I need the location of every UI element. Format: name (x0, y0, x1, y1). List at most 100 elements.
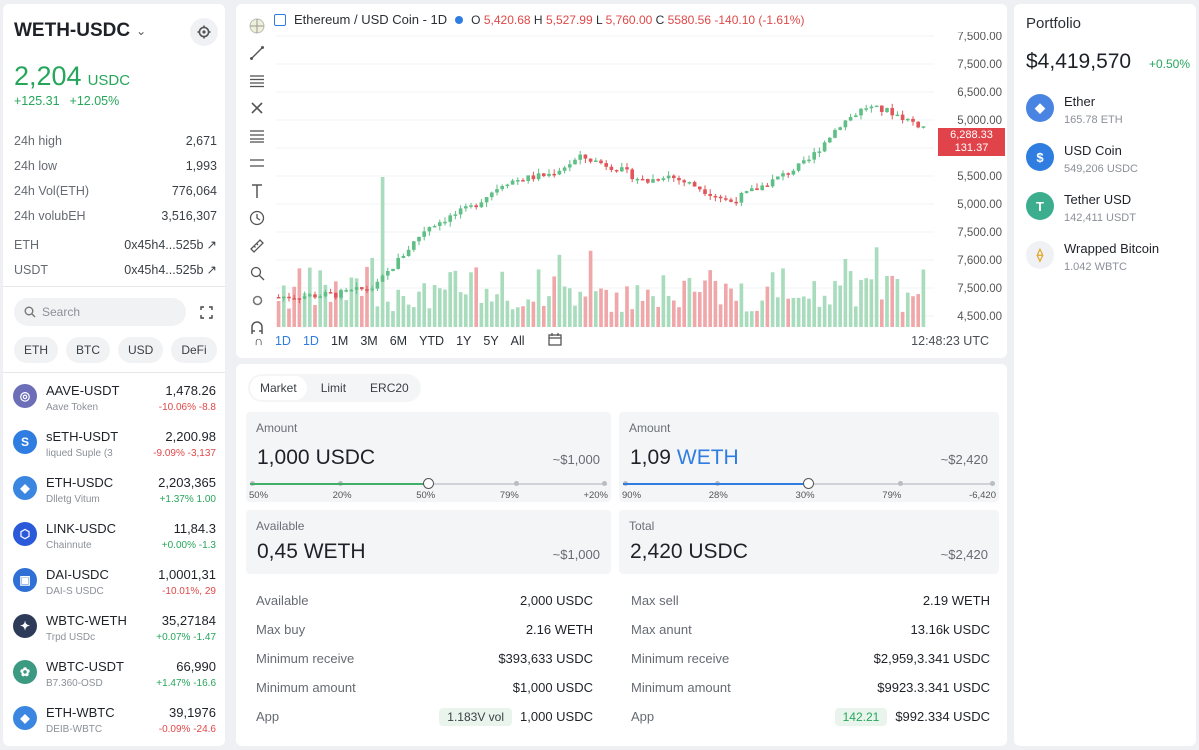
crosshair-tool[interactable] (244, 12, 270, 40)
candle (843, 120, 848, 128)
market-change: +0.07% -1.47 (156, 632, 216, 643)
timeframe-1m[interactable]: 1M (325, 334, 354, 348)
fib-tool[interactable] (244, 122, 270, 150)
asset-row[interactable]: T Tether USD 142,411 USDT (1026, 188, 1191, 237)
timeframe-6m[interactable]: 6M (384, 334, 413, 348)
slider-stop[interactable] (602, 481, 607, 486)
tab-limit[interactable]: Limit (311, 376, 356, 400)
stat-label: 24h high (14, 133, 62, 148)
market-row[interactable]: ⬡ LINK-USDC Chainnute 11,84.3 +0.00% -1.3 (3, 514, 225, 560)
settings-tool[interactable] (244, 287, 270, 315)
receive-slider[interactable] (623, 477, 995, 491)
asset-row[interactable]: $ USD Coin 549,206 USDC (1026, 139, 1191, 188)
tab-erc20[interactable]: ERC20 (360, 376, 419, 400)
available-amount: 0,45 WETH (257, 540, 366, 563)
volume-bar (859, 279, 863, 327)
market-row[interactable]: ✦ WBTC-WETH Trpd USDc 35,27184 +0.07% -1.47 (3, 606, 225, 652)
timeframe-all[interactable]: All (505, 334, 531, 348)
volume-bar (885, 276, 889, 327)
magnet-mode-icon[interactable]: ∩ (250, 334, 269, 348)
volume-bar (432, 284, 437, 327)
volume-bar (318, 270, 323, 327)
candlestick-chart[interactable]: 7,500.007,500.006,500.005,000.005,600.00… (276, 32, 1006, 332)
filter-chip[interactable]: ETH (14, 337, 58, 363)
contract-address[interactable]: 0x45h4...525b ↗ (124, 262, 217, 278)
zoom-tool[interactable] (244, 260, 270, 288)
filter-chip[interactable]: DeFi (171, 337, 217, 363)
slider-knob[interactable] (422, 478, 434, 489)
asset-row[interactable]: ◆ Ether 165.78 ETH (1026, 90, 1191, 139)
portfolio-change: +0.50% (1148, 57, 1190, 71)
filter-chip[interactable]: BTC (66, 337, 110, 363)
timeframe-1d[interactable]: 1D (297, 334, 325, 348)
detail-value-group: 1.183V vol 1,000 USDC (439, 707, 593, 726)
volume-bar (552, 276, 557, 327)
candle (583, 154, 588, 159)
measure-tool[interactable] (244, 232, 270, 260)
volume-bar (406, 304, 411, 327)
slider-stop[interactable] (898, 481, 904, 486)
chart-title[interactable]: Ethereum / USD Coin - 1D (294, 12, 447, 27)
search-icon (24, 306, 36, 318)
volume-bar (396, 289, 401, 327)
contract-address[interactable]: 0x45h4...525b ↗ (124, 237, 217, 253)
market-row[interactable]: ◆ ETH-USDC Dlletg Vitum 2,203,365 +1.37% 1.0… (3, 468, 225, 514)
timeframe-1d[interactable]: 1D (269, 334, 297, 348)
hlines-tool[interactable] (244, 67, 270, 95)
chevron-down-icon: ⌄ (136, 24, 147, 38)
candle (588, 158, 593, 162)
market-row[interactable]: SsETH-USDT liqued Suple (3 2,200.98 -9.09% … (3, 422, 225, 468)
candle (458, 208, 463, 215)
filter-chip[interactable]: USD (118, 337, 164, 363)
slider-stop[interactable] (990, 481, 995, 486)
slider-knob[interactable] (803, 478, 814, 489)
market-price: 66,990 (176, 659, 216, 674)
timeframe-1y[interactable]: 1Y (450, 334, 477, 348)
search-input[interactable]: Search (14, 298, 186, 326)
clock-tool[interactable] (244, 205, 270, 233)
volume-bar (744, 311, 749, 327)
text-tool[interactable] (244, 177, 270, 205)
pay-slider[interactable] (250, 477, 607, 491)
detail-row: Minimum receive $393,633 USDC (256, 644, 593, 673)
market-row[interactable]: ◆ ETH-WBTC DEIB-WBTC 39,1976 -0.09% -24.6 (3, 698, 225, 744)
candle (599, 160, 603, 164)
market-row[interactable]: ▣ DAI-USDC DAI-S USDC 1,0001,31 -10.01%, 29 (3, 560, 225, 606)
candle (380, 275, 385, 282)
volume-bar (313, 305, 317, 327)
expand-button[interactable] (195, 301, 217, 323)
volume-bar (781, 268, 785, 327)
timeframe-3m[interactable]: 3M (354, 334, 383, 348)
candle (302, 296, 307, 299)
asset-row[interactable]: ⟠ Wrapped Bitcoin 1.042 WBTC (1026, 237, 1191, 286)
volume-bar (604, 289, 609, 327)
candle (401, 255, 406, 258)
slider-stop[interactable] (514, 481, 519, 486)
tab-market[interactable]: Market (250, 376, 307, 400)
pay-amount-field[interactable]: 1,000 USDC (257, 446, 375, 470)
candle (895, 114, 900, 117)
external-link-icon[interactable]: ↗ (207, 262, 217, 277)
contract-row: USDT 0x45h4...525b ↗ (14, 257, 217, 282)
candle (562, 167, 567, 171)
date-range-icon[interactable] (541, 332, 569, 349)
pair-selector[interactable]: WETH-USDC ⌄ (14, 20, 146, 42)
detail-value: 13.16k USDC (910, 622, 990, 637)
channel-tool[interactable] (244, 150, 270, 178)
market-row[interactable]: ✿ WBTC-USDT B7.360-OSD 66,990 +1.47% -16.6 (3, 652, 225, 698)
market-row[interactable]: ◎ AAVE-USDT Aave Token 1,478.26 -10.06% -8.8 (3, 376, 225, 422)
remove-tool[interactable] (244, 95, 270, 123)
timeframe-ytd[interactable]: YTD (413, 334, 450, 348)
volume-bar (651, 296, 655, 327)
timeframe-5y[interactable]: 5Y (477, 334, 504, 348)
asset-list: ◆ Ether 165.78 ETH $ USD Coin 549,206 USDC T Te… (1026, 90, 1191, 286)
trendline-tool[interactable] (244, 40, 270, 68)
volume-bar (843, 258, 848, 327)
candle (349, 289, 354, 292)
candle (625, 167, 629, 170)
settings-button[interactable] (190, 18, 218, 46)
candle (822, 142, 827, 152)
external-link-icon[interactable]: ↗ (207, 237, 217, 252)
receive-amount-field[interactable]: 1,09 WETH (630, 446, 739, 470)
candle (417, 236, 421, 242)
